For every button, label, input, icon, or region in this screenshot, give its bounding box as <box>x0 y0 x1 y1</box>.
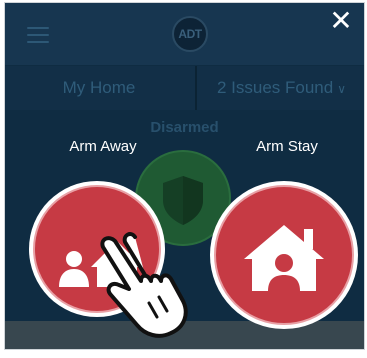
arm-stay-label: Arm Stay <box>256 138 318 155</box>
arm-status-text: Disarmed <box>150 119 219 136</box>
app-screen: ADT ✕ My Home 2 Issues Found ∨ Disarmed A… <box>4 2 365 350</box>
arm-away-label: Arm Away <box>69 138 137 155</box>
tab-my-home-label: My Home <box>62 78 136 97</box>
hamburger-menu-icon[interactable] <box>27 27 49 43</box>
tab-bar: My Home 2 Issues Found ∨ <box>5 66 364 110</box>
close-icon[interactable]: ✕ <box>328 7 354 35</box>
tab-my-home[interactable]: My Home <box>5 66 193 110</box>
top-bar: ADT ✕ <box>5 3 364 65</box>
tab-issues-found[interactable]: 2 Issues Found ∨ <box>195 66 364 110</box>
chevron-down-icon: ∨ <box>337 82 347 96</box>
arm-stay-button[interactable] <box>210 181 358 329</box>
adt-logo: ADT <box>172 16 208 52</box>
tab-issues-label: 2 Issues Found <box>216 78 334 97</box>
pointing-hand-icon <box>100 232 188 338</box>
home-person-icon <box>244 225 324 291</box>
